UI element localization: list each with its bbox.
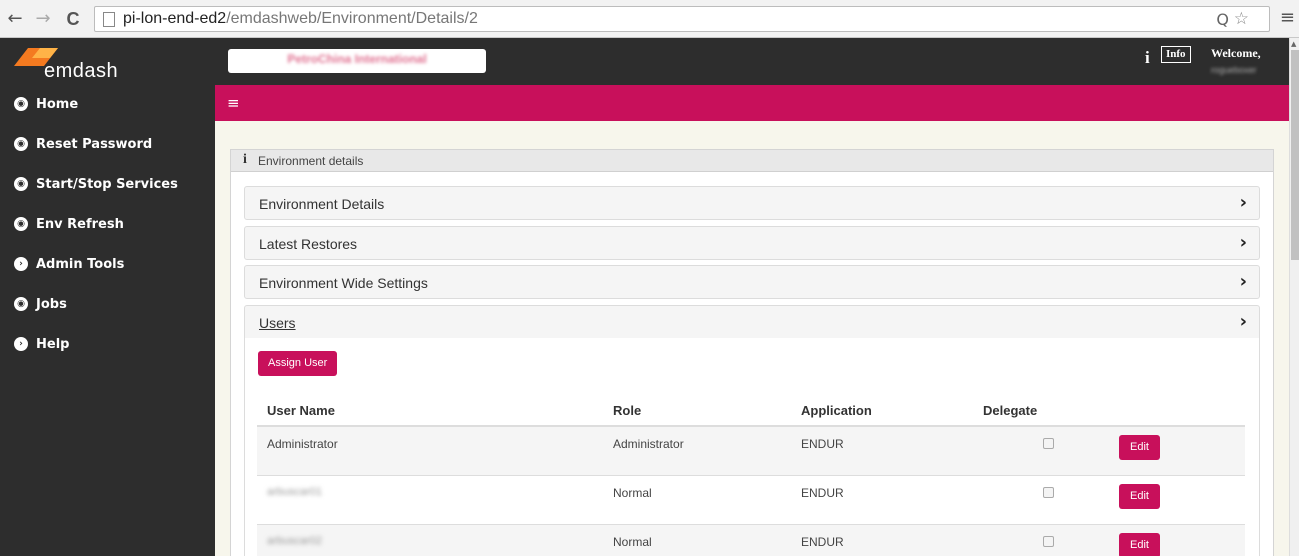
table-row: Administrator Administrator ENDUR Edit xyxy=(257,427,1245,475)
sidebar-item-start-stop-services[interactable]: ◉ Start/Stop Services xyxy=(14,172,178,196)
logo-text: emdash xyxy=(44,60,119,82)
hamburger-menu-icon[interactable]: ≡ xyxy=(227,94,240,112)
dashboard-icon: ◉ xyxy=(14,297,28,311)
sidebar-item-label: Home xyxy=(36,96,79,112)
accordion-environment-wide-settings[interactable]: Environment Wide Settings › xyxy=(244,265,1260,299)
cell-application: ENDUR xyxy=(801,437,844,451)
column-header-user-name: User Name xyxy=(267,403,335,418)
username: rogueboxer xyxy=(1211,65,1257,75)
sidebar-item-label: Start/Stop Services xyxy=(36,176,178,192)
browser-toolbar: ← → C pi-lon-end-ed2/emdashweb/Environme… xyxy=(0,0,1299,38)
edit-button[interactable]: Edit xyxy=(1119,435,1160,460)
url-path: /emdashweb/Environment/Details/2 xyxy=(226,10,478,27)
cell-user-name: Administrator xyxy=(267,437,338,451)
company-selector[interactable]: PetroChina International xyxy=(228,49,486,73)
url-text: pi-lon-end-ed2/emdashweb/Environment/Det… xyxy=(123,10,478,28)
url-host: pi-lon-end-ed2 xyxy=(123,10,227,27)
chevron-right-icon: › xyxy=(1239,311,1247,332)
sidebar-item-help[interactable]: › Help xyxy=(14,332,69,356)
cell-role: Normal xyxy=(613,535,652,549)
delegate-checkbox[interactable] xyxy=(1043,438,1054,449)
accordion-title: Environment Details xyxy=(259,196,385,212)
panel-header: i Environment details xyxy=(231,150,1273,172)
browser-menu-icon[interactable]: ≡ xyxy=(1280,7,1295,28)
panel-title: Environment details xyxy=(258,154,364,168)
forward-icon[interactable]: → xyxy=(32,8,54,30)
bookmark-star-icon[interactable]: ☆ xyxy=(1234,9,1249,29)
dashboard-icon: ◉ xyxy=(14,137,28,151)
info-icon[interactable]: i xyxy=(1145,48,1150,68)
chevron-right-icon: › xyxy=(1239,192,1247,213)
accordion-title: Users xyxy=(259,315,296,331)
assign-user-button[interactable]: Assign User xyxy=(258,351,338,376)
accordion-users[interactable]: Users › xyxy=(244,305,1260,339)
cell-user-name: arbuscar01 xyxy=(267,486,323,498)
top-bar: PetroChina International i Info Welcome,… xyxy=(215,38,1289,85)
sidebar: emdash ◉ Home ◉ Reset Password ◉ Start/Stop S… xyxy=(0,38,215,556)
scroll-up-icon[interactable]: ▲ xyxy=(1291,40,1296,48)
accordion-latest-restores[interactable]: Latest Restores › xyxy=(244,226,1260,260)
accordion-title: Environment Wide Settings xyxy=(259,275,428,291)
page-icon xyxy=(103,12,115,27)
cell-role: Normal xyxy=(613,486,652,500)
dashboard-icon: ◉ xyxy=(14,97,28,111)
sidebar-item-env-refresh[interactable]: ◉ Env Refresh xyxy=(14,212,124,236)
sidebar-item-jobs[interactable]: ◉ Jobs xyxy=(14,292,67,316)
sidebar-item-label: Help xyxy=(36,336,70,352)
arrow-circle-right-icon: › xyxy=(14,337,28,351)
column-header-application: Application xyxy=(801,403,872,418)
edit-button[interactable]: Edit xyxy=(1119,533,1160,556)
arrow-circle-right-icon: › xyxy=(14,257,28,271)
info-icon: i xyxy=(243,152,247,167)
reload-icon[interactable]: C xyxy=(62,8,84,30)
edit-button[interactable]: Edit xyxy=(1119,484,1160,509)
logo[interactable]: emdash xyxy=(14,44,124,84)
accordion-environment-details[interactable]: Environment Details › xyxy=(244,186,1260,220)
sidebar-item-label: Reset Password xyxy=(36,136,153,152)
zoom-icon[interactable]: Q xyxy=(1216,10,1229,29)
scroll-thumb[interactable] xyxy=(1291,50,1299,260)
dashboard-icon: ◉ xyxy=(14,217,28,231)
welcome-text: Welcome, xyxy=(1211,46,1261,60)
sidebar-item-reset-password[interactable]: ◉ Reset Password xyxy=(14,132,152,156)
sidebar-item-label: Env Refresh xyxy=(36,216,124,232)
cell-user-name: arbuscar02 xyxy=(267,535,323,547)
environment-panel: i Environment details Environment Detail… xyxy=(230,149,1274,556)
accordion-title: Latest Restores xyxy=(259,236,358,252)
sidebar-item-label: Jobs xyxy=(36,296,67,312)
chevron-right-icon: › xyxy=(1239,271,1247,292)
column-header-delegate: Delegate xyxy=(983,403,1038,418)
users-section: Assign User User Name Role Application D… xyxy=(244,338,1260,556)
company-name: PetroChina International xyxy=(287,52,427,66)
main-content: i Environment details Environment Detail… xyxy=(215,121,1289,556)
chevron-right-icon: › xyxy=(1239,232,1247,253)
cell-role: Administrator xyxy=(613,437,684,451)
sidebar-item-admin-tools[interactable]: › Admin Tools xyxy=(14,252,124,276)
address-bar[interactable]: pi-lon-end-ed2/emdashweb/Environment/Det… xyxy=(94,6,1270,32)
cell-application: ENDUR xyxy=(801,486,844,500)
sidebar-item-home[interactable]: ◉ Home xyxy=(14,92,78,116)
cell-application: ENDUR xyxy=(801,535,844,549)
info-button[interactable]: Info xyxy=(1161,46,1191,63)
back-icon[interactable]: ← xyxy=(4,8,26,30)
table-row: arbuscar01 Normal ENDUR Edit xyxy=(257,476,1245,524)
sidebar-item-label: Admin Tools xyxy=(36,256,125,272)
table-row: arbuscar02 Normal ENDUR Edit xyxy=(257,525,1245,556)
toolbar: ≡ xyxy=(215,85,1289,121)
delegate-checkbox[interactable] xyxy=(1043,536,1054,547)
column-header-role: Role xyxy=(613,403,642,418)
scrollbar[interactable]: ▲ xyxy=(1289,38,1299,556)
dashboard-icon: ◉ xyxy=(14,177,28,191)
delegate-checkbox[interactable] xyxy=(1043,487,1054,498)
